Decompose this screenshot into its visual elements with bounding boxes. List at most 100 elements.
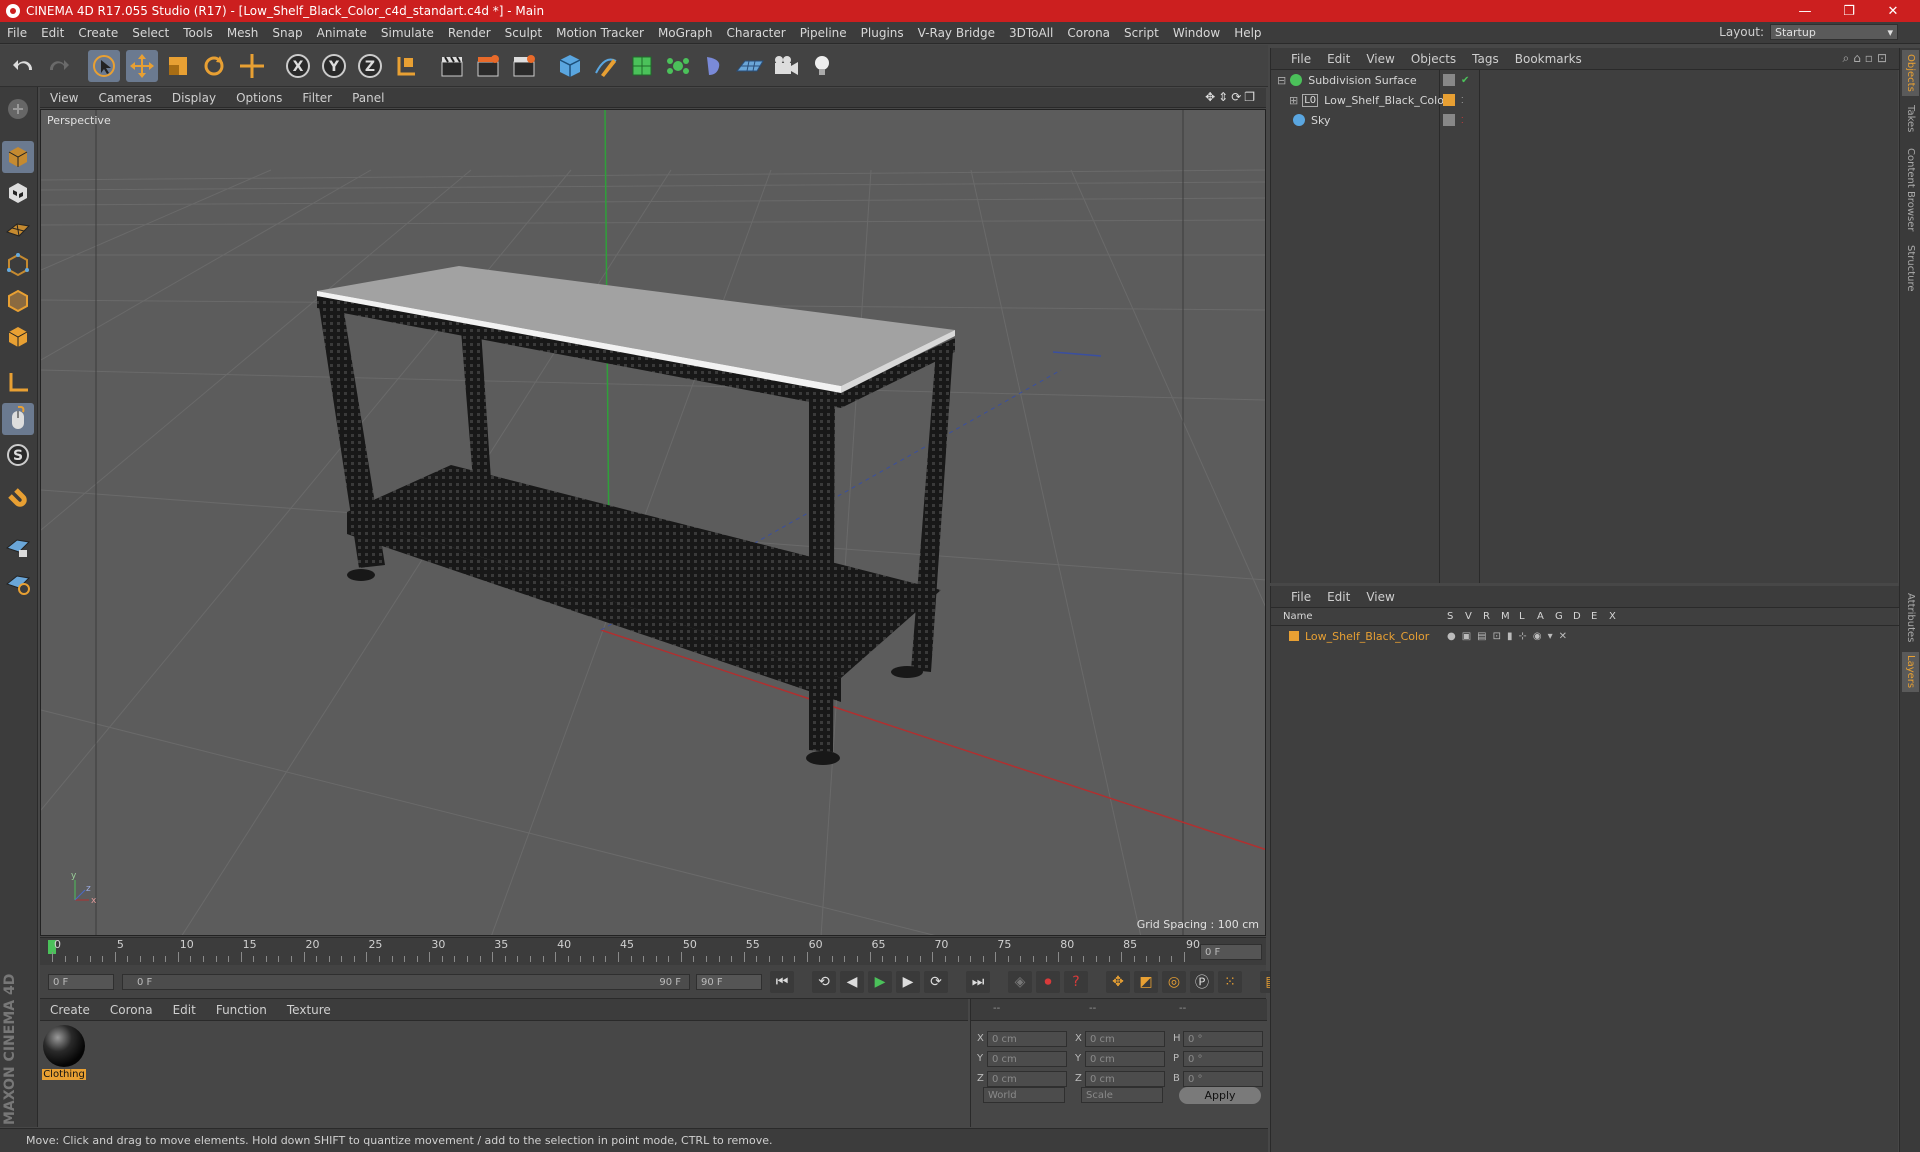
points-mode-button[interactable] — [2, 249, 34, 281]
apply-button[interactable]: Apply — [1179, 1087, 1261, 1104]
key-pla-icon[interactable]: ⁙ — [1218, 971, 1242, 993]
layer-tag-icon[interactable] — [1443, 114, 1455, 126]
close-button[interactable]: ✕ — [1870, 0, 1916, 22]
obj-menu-view[interactable]: View — [1358, 52, 1402, 66]
object-row-shelf[interactable]: ⊞ L0 Low_Shelf_Black_Color ⁚ — [1271, 90, 1899, 110]
visibility-dots-icon[interactable]: ⁚ — [1461, 116, 1464, 125]
expand-icon[interactable]: ⊞ — [1289, 94, 1298, 107]
layer-column-flag[interactable]: E — [1591, 611, 1597, 622]
minimize-button[interactable]: — — [1782, 0, 1828, 22]
layer-menu-edit[interactable]: Edit — [1319, 590, 1358, 604]
menu-snap[interactable]: Snap — [265, 26, 309, 40]
live-selection-button[interactable] — [88, 50, 120, 82]
menu-file[interactable]: File — [0, 26, 34, 40]
layer-column-flag[interactable]: L — [1519, 611, 1525, 622]
obj-menu-tags[interactable]: Tags — [1464, 52, 1507, 66]
layer-tag-icon[interactable] — [1443, 74, 1455, 86]
magnet-snap-button[interactable] — [2, 485, 34, 517]
restore-button[interactable]: ❐ — [1826, 0, 1872, 22]
material-swatch[interactable]: Clothing — [42, 1025, 86, 1081]
menu-simulate[interactable]: Simulate — [374, 26, 441, 40]
coord-value-field[interactable]: 0 ° — [1183, 1051, 1263, 1067]
layer-column-flag[interactable]: G — [1555, 611, 1563, 622]
model-mode-button[interactable] — [2, 141, 34, 173]
visibility-dots-icon[interactable]: ⁚ — [1461, 96, 1464, 105]
layer-column-flag[interactable]: X — [1609, 611, 1616, 622]
object-row-sky[interactable]: Sky ⁚ — [1271, 110, 1899, 130]
pen-spline-button[interactable] — [590, 50, 622, 82]
next-key-icon[interactable]: ⟳ — [924, 971, 948, 993]
tab-takes[interactable]: Takes — [1902, 102, 1919, 136]
layer-column-flag[interactable]: V — [1465, 611, 1472, 622]
floor-object-button[interactable] — [734, 50, 766, 82]
tweak-mode-button[interactable] — [2, 403, 34, 435]
tab-objects[interactable]: Objects — [1902, 50, 1919, 96]
tab-structure[interactable]: Structure — [1902, 242, 1919, 294]
rotate-tool-button[interactable] — [198, 50, 230, 82]
texture-mode-button[interactable] — [2, 177, 34, 209]
coord-mode-dropdown[interactable]: World — [983, 1087, 1065, 1103]
obj-menu-file[interactable]: File — [1283, 52, 1319, 66]
y-axis-button[interactable]: Y — [318, 50, 350, 82]
key-position-icon[interactable]: ✥ — [1106, 971, 1130, 993]
layer-row[interactable]: Low_Shelf_Black_Color ●▣▤⊡▮⊹◉▾✕ — [1271, 626, 1899, 646]
menu-script[interactable]: Script — [1117, 26, 1166, 40]
layer-menu-view[interactable]: View — [1358, 590, 1402, 604]
coord-value-field[interactable]: 0 cm — [1085, 1071, 1165, 1087]
mat-menu-corona[interactable]: Corona — [100, 1003, 163, 1017]
cube-object-button[interactable] — [554, 50, 586, 82]
layer-column-flag[interactable]: D — [1573, 611, 1581, 622]
render-picture-viewer-button[interactable] — [472, 50, 504, 82]
layer-column-flag[interactable]: R — [1483, 611, 1490, 622]
play-icon[interactable]: ▶ — [868, 971, 892, 993]
vp-menu-cameras[interactable]: Cameras — [88, 91, 161, 105]
layer-column-flag[interactable]: M — [1501, 611, 1510, 622]
vp-menu-view[interactable]: View — [40, 91, 88, 105]
lock-workplane-button[interactable] — [2, 531, 34, 563]
z-axis-button[interactable]: Z — [354, 50, 386, 82]
coord-value-field[interactable]: 0 cm — [1085, 1051, 1165, 1067]
vp-menu-options[interactable]: Options — [226, 91, 292, 105]
menu-vray-bridge[interactable]: V-Ray Bridge — [911, 26, 1002, 40]
snap-mode-button[interactable]: S — [2, 439, 34, 471]
tab-attributes[interactable]: Attributes — [1902, 588, 1919, 648]
previous-frame-icon[interactable]: ◀ — [840, 971, 864, 993]
menu-edit[interactable]: Edit — [34, 26, 71, 40]
layer-column-flag[interactable]: S — [1447, 611, 1453, 622]
key-rotation-icon[interactable]: ◎ — [1162, 971, 1186, 993]
array-mograph-button[interactable] — [662, 50, 694, 82]
layer-menu-file[interactable]: File — [1283, 590, 1319, 604]
light-object-button[interactable] — [806, 50, 838, 82]
menu-motion-tracker[interactable]: Motion Tracker — [549, 26, 651, 40]
menu-help[interactable]: Help — [1227, 26, 1268, 40]
timeline-ruler[interactable]: 0 5 10 15 20 25 30 35 40 45 50 55 60 65 70 75 80 85 90 0 F — [40, 937, 1266, 965]
edges-mode-button[interactable] — [2, 285, 34, 317]
menu-tools[interactable]: Tools — [176, 26, 220, 40]
frame-range-slider[interactable]: 0 F 90 F — [122, 974, 690, 990]
move-alt-button[interactable] — [236, 50, 268, 82]
menu-window[interactable]: Window — [1166, 26, 1227, 40]
mat-menu-create[interactable]: Create — [40, 1003, 100, 1017]
current-frame-field[interactable]: 0 F — [1200, 944, 1262, 960]
layer-column-name[interactable]: Name — [1283, 611, 1313, 622]
layer-color-swatch[interactable] — [1289, 631, 1299, 641]
end-frame-field[interactable]: 90 F — [696, 974, 762, 990]
next-frame-icon[interactable]: ▶ — [896, 971, 920, 993]
tab-layers[interactable]: Layers — [1902, 652, 1919, 692]
search-home-icons[interactable]: ⌕⌂▫⊡ — [1842, 51, 1891, 66]
menu-sculpt[interactable]: Sculpt — [498, 26, 549, 40]
mat-menu-texture[interactable]: Texture — [277, 1003, 341, 1017]
key-scale-icon[interactable]: ◩ — [1134, 971, 1158, 993]
undo-button[interactable] — [8, 50, 40, 82]
coord-value-field[interactable]: 0 ° — [1183, 1071, 1263, 1087]
coord-value-field[interactable]: 0 cm — [987, 1071, 1067, 1087]
menu-plugins[interactable]: Plugins — [854, 26, 911, 40]
layer-color-icon[interactable] — [1443, 94, 1455, 106]
obj-menu-bookmarks[interactable]: Bookmarks — [1507, 52, 1590, 66]
layout-dropdown[interactable]: Startup ▾ — [1770, 24, 1898, 40]
polygons-mode-button[interactable] — [2, 321, 34, 353]
coord-value-field[interactable]: 0 ° — [1183, 1031, 1263, 1047]
coord-scale-dropdown[interactable]: Scale — [1081, 1087, 1163, 1103]
vp-menu-display[interactable]: Display — [162, 91, 226, 105]
enabled-check-icon[interactable]: ✔ — [1461, 75, 1469, 86]
